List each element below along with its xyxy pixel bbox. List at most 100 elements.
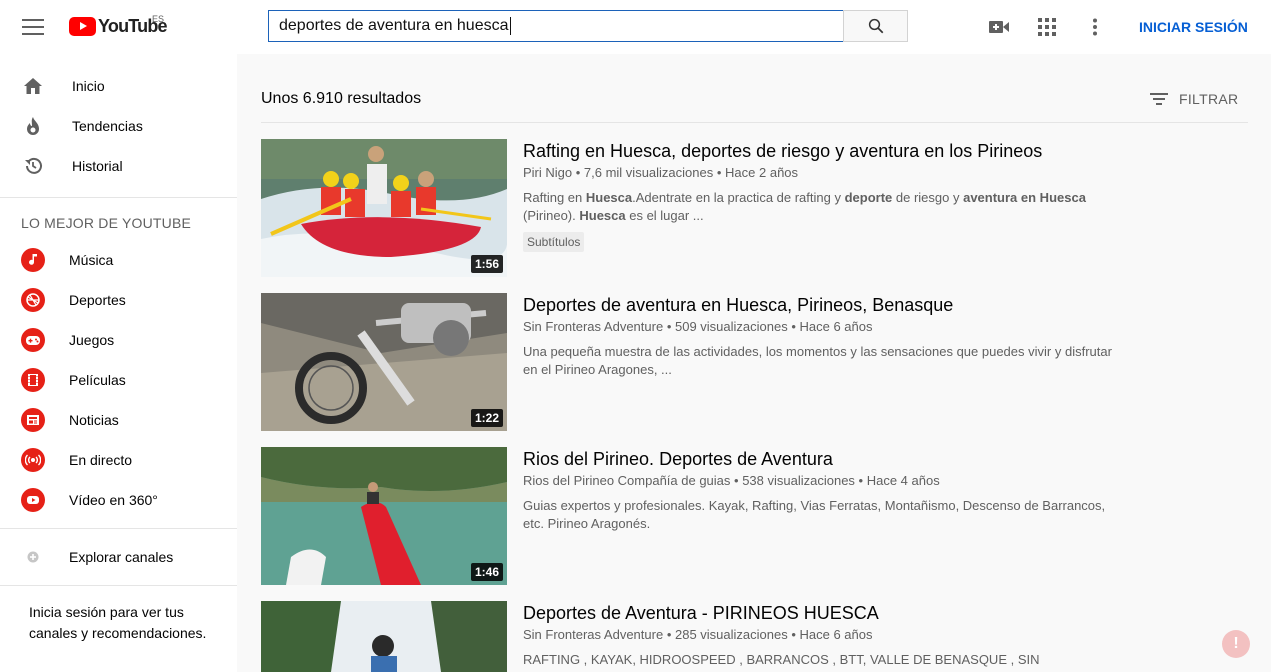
sidebar-divider: [0, 528, 237, 529]
desc-highlight: deporte: [844, 190, 893, 205]
desc-text: .Adentrate en la practica de rafting y: [632, 190, 845, 205]
sidebar-item-sports[interactable]: Deportes: [0, 280, 237, 320]
masthead: YouTube ES deportes de aventura en huesc…: [0, 0, 1271, 54]
signin-button[interactable]: INICIAR SESIÓN: [1139, 19, 1248, 35]
gaming-icon: [21, 328, 45, 352]
video-result[interactable]: 1:56 Rafting en Huesca, deportes de ries…: [261, 139, 1141, 277]
video-thumbnail[interactable]: [261, 601, 507, 672]
upload-age: Hace 6 años: [799, 627, 873, 642]
sidebar-item-label: Juegos: [69, 332, 115, 348]
video-meta: Piri Nigo • 7,6 mil visualizaciones • Ha…: [523, 165, 798, 180]
section-title-best-of: LO MEJOR DE YOUTUBE: [21, 215, 192, 231]
video-thumbnail[interactable]: 1:46: [261, 447, 507, 585]
alert-icon[interactable]: !: [1222, 630, 1250, 658]
video-description: RAFTING , KAYAK, HIDROOSPEED , BARRANCOS…: [523, 652, 1040, 672]
sidebar-item-label: Inicio: [72, 78, 105, 94]
sidebar-item-browse-channels[interactable]: Explorar canales: [0, 537, 237, 577]
search-query: deportes de aventura en huesca: [279, 17, 509, 34]
sidebar: Inicio Tendencias Historial LO MEJOR DE …: [0, 54, 237, 672]
channel-name[interactable]: Rios del Pirineo Compañía de guias: [523, 473, 730, 488]
video-title[interactable]: Deportes de Aventura - PIRINEOS HUESCA: [523, 603, 879, 624]
view-count: 7,6 mil visualizaciones: [583, 165, 714, 180]
filter-button[interactable]: FILTRAR: [1149, 91, 1238, 107]
video-360-icon: [21, 488, 45, 512]
sidebar-item-news[interactable]: Noticias: [0, 400, 237, 440]
desc-text: es el lugar ...: [625, 208, 704, 223]
upload-age: Hace 6 años: [799, 319, 873, 334]
video-duration: 1:22: [470, 409, 503, 427]
video-description: Guias expertos y profesionales. Kayak, R…: [523, 498, 1106, 531]
video-meta: Sin Fronteras Adventure • 285 visualizac…: [523, 627, 873, 642]
video-meta: Rios del Pirineo Compañía de guias • 538…: [523, 473, 940, 488]
menu-icon[interactable]: [22, 19, 44, 35]
desc-highlight: Huesca: [579, 208, 626, 223]
upload-age: Hace 2 años: [725, 165, 799, 180]
results-count: Unos 6.910 resultados: [261, 90, 422, 107]
video-description: Una pequeña muestra de las actividades, …: [523, 344, 1112, 377]
video-result[interactable]: Deportes de Aventura - PIRINEOS HUESCA S…: [261, 601, 1141, 672]
sidebar-item-label: Tendencias: [72, 118, 143, 134]
search-input[interactable]: deportes de aventura en huesca: [268, 10, 844, 42]
apps-icon[interactable]: [1035, 15, 1059, 39]
video-duration: 1:56: [470, 255, 503, 273]
country-code: ES: [152, 14, 165, 24]
desc-text: (Pirineo).: [523, 208, 580, 223]
movies-icon: [21, 368, 45, 392]
meta-separator: •: [572, 165, 584, 180]
video-result[interactable]: 1:46 Rios del Pirineo. Deportes de Avent…: [261, 447, 1141, 585]
meta-separator: •: [787, 627, 800, 642]
add-circle-icon: [21, 545, 45, 569]
upload-age: Hace 4 años: [866, 473, 940, 488]
video-description: Rafting en Huesca.Adentrate en la practi…: [523, 189, 1123, 225]
search-button[interactable]: [843, 10, 908, 42]
sidebar-item-label: Noticias: [69, 412, 119, 428]
meta-separator: •: [663, 627, 675, 642]
meta-separator: •: [730, 473, 743, 488]
search-icon: [868, 18, 883, 34]
music-icon: [21, 248, 45, 272]
video-title[interactable]: Deportes de aventura en Huesca, Pirineos…: [523, 295, 953, 316]
sidebar-item-trending[interactable]: Tendencias: [0, 106, 237, 146]
channel-name[interactable]: Sin Fronteras Adventure: [523, 627, 663, 642]
view-count: 509 visualizaciones: [674, 319, 788, 334]
filter-label: FILTRAR: [1179, 91, 1239, 107]
sidebar-item-home[interactable]: Inicio: [0, 66, 237, 106]
text-caret: [509, 17, 511, 35]
filter-icon: [1150, 93, 1168, 105]
view-count: 285 visualizaciones: [674, 627, 788, 642]
desc-text: Rafting en: [523, 190, 586, 205]
video-title[interactable]: Rios del Pirineo. Deportes de Aventura: [523, 449, 833, 470]
video-thumbnail[interactable]: 1:56: [261, 139, 507, 277]
meta-separator: •: [787, 319, 800, 334]
create-video-icon[interactable]: [987, 15, 1011, 39]
video-thumbnail[interactable]: 1:22: [261, 293, 507, 431]
desc-highlight: Huesca: [585, 190, 633, 205]
video-title[interactable]: Rafting en Huesca, deportes de riesgo y …: [523, 141, 1042, 162]
more-icon[interactable]: [1083, 15, 1107, 39]
sidebar-item-label: Películas: [69, 372, 126, 388]
sidebar-item-label: Explorar canales: [69, 549, 174, 565]
sidebar-item-360-video[interactable]: Vídeo en 360°: [0, 480, 237, 520]
sidebar-item-live[interactable]: En directo: [0, 440, 237, 480]
live-icon: [21, 448, 45, 472]
sidebar-item-music[interactable]: Música: [0, 240, 237, 280]
news-icon: [21, 408, 45, 432]
results-divider: [261, 122, 1248, 123]
view-count: 538 visualizaciones: [742, 473, 855, 488]
sidebar-item-label: Vídeo en 360°: [69, 492, 158, 508]
channel-name[interactable]: Sin Fronteras Adventure: [523, 319, 663, 334]
channel-name[interactable]: Piri Nigo: [523, 165, 572, 180]
sidebar-divider: [0, 585, 237, 586]
sidebar-item-history[interactable]: Historial: [0, 146, 237, 186]
meta-separator: •: [713, 165, 726, 180]
sidebar-item-movies[interactable]: Películas: [0, 360, 237, 400]
subtitles-badge: Subtítulos: [523, 232, 585, 252]
sidebar-item-gaming[interactable]: Juegos: [0, 320, 237, 360]
meta-separator: •: [663, 319, 675, 334]
sidebar-item-label: Historial: [72, 158, 123, 174]
video-result[interactable]: 1:22 Deportes de aventura en Huesca, Pir…: [261, 293, 1141, 431]
sports-icon: [21, 288, 45, 312]
video-duration: 1:46: [470, 563, 503, 581]
signin-prompt: Inicia sesión para ver tus canales y rec…: [29, 604, 207, 641]
home-icon: [21, 74, 45, 98]
